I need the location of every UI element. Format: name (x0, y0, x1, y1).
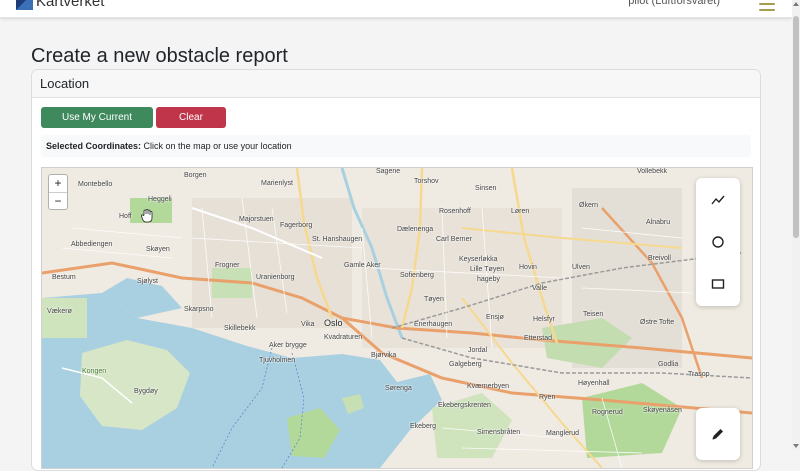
page-title: Create a new obstacle report (31, 45, 288, 67)
draw-circle-button[interactable] (696, 222, 740, 262)
map-label: Manglerud (546, 430, 580, 437)
kartverket-logo-icon (16, 0, 33, 10)
map-label: Carl Berner (436, 236, 472, 243)
map-label: Alnabru (646, 219, 671, 226)
polyline-icon (711, 195, 725, 205)
rectangle-icon (711, 279, 725, 289)
map-label: Etterstad (524, 335, 553, 342)
map-label: Jordal (468, 347, 488, 354)
navbar: Kartverket pilot (Luftforsvaret) (0, 0, 792, 18)
page-scrollbar[interactable] (792, 0, 800, 450)
map-label: hageby (477, 276, 500, 283)
map-label: Sagene (376, 168, 401, 175)
map-label: Ekebergskrenten (438, 402, 491, 409)
scrollbar-thumb[interactable] (793, 16, 799, 238)
brand-name: Kartverket (36, 0, 105, 10)
map-label: St. Hanshaugen (312, 236, 363, 243)
map-label: Ryen (539, 394, 556, 401)
hand-cursor-icon (141, 209, 153, 223)
circle-icon (712, 236, 724, 248)
obstacle-map[interactable]: Montebello Borgen Heggeli Hoff Marienlys… (41, 167, 753, 469)
map-label: Kvadraturen (324, 334, 363, 341)
map-label: Trasop (688, 371, 710, 378)
map-label: Galgeberg (449, 361, 482, 368)
use-current-location-button[interactable]: Use My Current Location (41, 107, 153, 144)
draw-polyline-button[interactable] (696, 180, 740, 220)
map-label: Sjølyst (137, 278, 158, 285)
map-label: Sofienberg (400, 272, 434, 279)
map-label: Skarpsno (184, 306, 214, 313)
map-label: Breivoll (648, 255, 671, 262)
map-label: Majorstuen (239, 216, 274, 223)
map-label: Frogner (215, 262, 240, 269)
location-card-header: Location (32, 70, 760, 98)
map-label: Dælenenga (397, 226, 434, 233)
map-label: Bestum (52, 274, 76, 281)
brand-link[interactable]: Kartverket (16, 0, 104, 10)
location-card: Location Use My Current Location Clear L… (31, 69, 761, 471)
map-label: Kværnerbyen (467, 383, 510, 390)
zoom-out-button[interactable]: − (49, 192, 67, 209)
map-label: Tøyen (424, 296, 444, 303)
map-label: Heggeli (148, 196, 172, 203)
map-label: Høyenhall (578, 380, 610, 387)
map-label: Skøyenåsen (643, 407, 682, 414)
map-label: Skillebekk (224, 325, 256, 332)
map-label: Skøyen (146, 246, 170, 253)
edit-layers-button[interactable] (696, 408, 740, 460)
map-label: Rosenhoff (439, 208, 471, 215)
zoom-in-button[interactable]: + (49, 175, 67, 192)
map-label: Montebello (78, 181, 113, 188)
map-label: Simensbråten (477, 429, 521, 436)
map-label: Østre Tofte (640, 319, 675, 326)
scroll-down-arrow-icon[interactable] (793, 444, 799, 448)
map-label: Hoff (119, 213, 132, 220)
map-label: Fagerborg (280, 222, 313, 229)
map-label: Sinsen (475, 185, 497, 192)
map-label: Teisen (583, 311, 604, 318)
map-label: Økern (579, 202, 599, 209)
map-label: Hovin (519, 264, 537, 271)
map-label: Bjørvika (371, 352, 397, 359)
hamburger-menu-icon[interactable] (756, 0, 778, 14)
map-label: Ulven (572, 264, 590, 271)
map-label: Marienlyst (261, 180, 293, 187)
user-label[interactable]: pilot (Luftforsvaret) (628, 0, 720, 8)
scroll-up-arrow-icon[interactable] (793, 2, 799, 6)
map-label: Vækerø (47, 308, 72, 315)
map-label: Bygdøy (134, 388, 158, 395)
map-label: Uranienborg (256, 274, 295, 281)
map-label: Ensjø (486, 314, 504, 321)
map-label: Lille Tøyen (470, 266, 505, 273)
map-label: Torshov (414, 178, 439, 185)
map-label: Ekeberg (410, 423, 437, 430)
map-label: Keyserløkka (459, 256, 498, 263)
map-label: Valle (532, 285, 548, 292)
clear-location-button[interactable]: Clear Location (156, 107, 226, 144)
map-label: Abbediengen (71, 241, 113, 248)
draw-rectangle-button[interactable] (696, 264, 740, 304)
map-label: Borgen (184, 172, 207, 179)
selected-coordinates: Selected Coordinates: Click on the map o… (41, 135, 751, 157)
map-label: Tjuvholmen (259, 357, 296, 364)
pencil-icon (712, 429, 723, 440)
map-label: Godlia (658, 361, 679, 368)
map-label: Løren (511, 208, 530, 215)
map-label: Oslo (324, 318, 343, 328)
map-label: Gamle Aker (344, 262, 381, 269)
map-label: Rognerud (592, 409, 623, 416)
map-label: Helsfyr (533, 316, 555, 323)
map-label: Enerhaugen (414, 321, 453, 328)
map-label: Vika (301, 321, 315, 328)
map-label: Vollebekk (637, 168, 667, 175)
map-label: Kongen (82, 368, 107, 375)
map-label: Sørenga (385, 385, 412, 392)
map-label: Aker brygge (269, 342, 307, 349)
coordinates-hint: Click on the map or use your location (143, 141, 292, 151)
zoom-control: + − (48, 174, 68, 210)
coordinates-label: Selected Coordinates: (46, 141, 142, 151)
draw-toolbar (696, 178, 740, 306)
